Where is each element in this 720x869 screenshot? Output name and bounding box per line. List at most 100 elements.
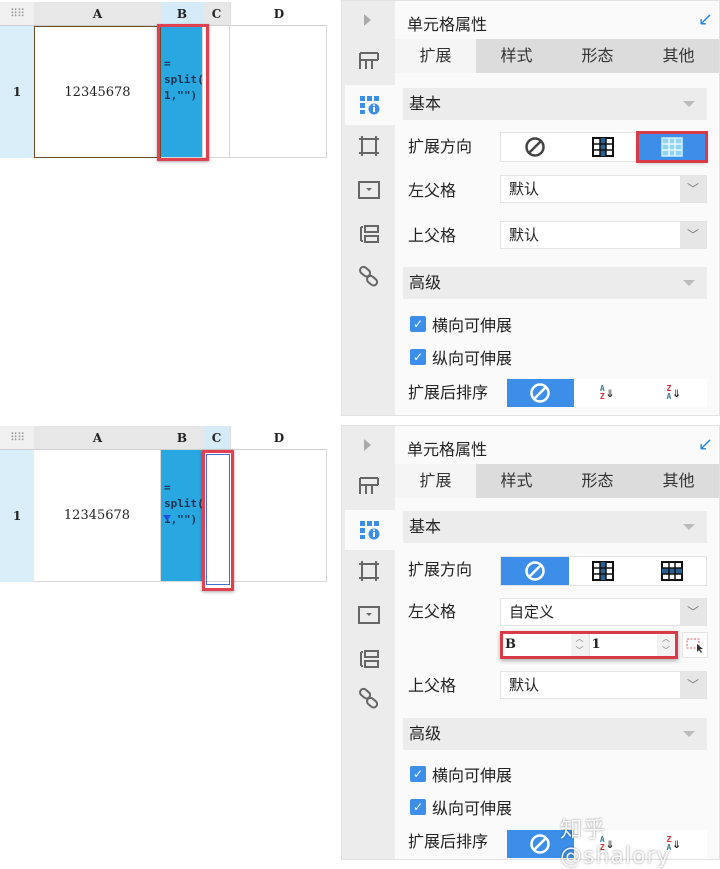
left-parent-row-value: 1 [591, 637, 601, 652]
widget-dropdown-icon[interactable] [354, 600, 384, 630]
expand-direction-label: 扩展方向 [408, 560, 473, 579]
left-parent-select[interactable]: 自定义 ﹀ [500, 598, 707, 626]
column-header-a[interactable]: A [34, 426, 161, 450]
property-tabs: 扩展 样式 形态 其他 [395, 39, 719, 73]
section-advanced-label: 高级 [409, 724, 442, 743]
select-all-grid-icon[interactable]: ⠿⠿ [0, 426, 34, 450]
column-header-b[interactable]: B [161, 426, 203, 450]
no-expand-icon [525, 137, 545, 157]
conditional-attribute-icon[interactable] [354, 219, 384, 249]
sort-none-option[interactable] [507, 379, 574, 407]
checkmark-icon[interactable]: ✓ [410, 349, 426, 365]
cell-a1[interactable]: 12345678 [34, 26, 161, 158]
expand-direction-label: 扩展方向 [408, 137, 473, 156]
expand-direction-toggle [500, 556, 707, 586]
sort-toggle: A Z ⇓ Z A ⇓ [507, 379, 707, 407]
checkmark-icon[interactable]: ✓ [410, 799, 426, 815]
cell-element-icon[interactable] [354, 131, 384, 161]
expand-vertical-option[interactable] [569, 133, 637, 161]
widget-dropdown-icon[interactable] [354, 175, 384, 205]
section-basic[interactable]: 基本 [403, 511, 707, 543]
tab-form[interactable]: 形态 [557, 39, 638, 73]
column-header-c[interactable]: C [203, 2, 230, 26]
dock-arrow-icon[interactable]: ↙ [698, 9, 713, 30]
top-parent-select[interactable]: 默认 ﹀ [500, 671, 707, 699]
conditional-attribute-icon[interactable] [354, 644, 384, 674]
cell-properties-icon[interactable] [345, 510, 395, 550]
top-parent-label: 上父格 [408, 676, 457, 695]
property-tabs: 扩展 样式 形态 其他 [395, 464, 719, 498]
expand-none-option[interactable] [501, 557, 570, 585]
top-parent-select[interactable]: 默认 ﹀ [500, 221, 707, 249]
section-advanced[interactable]: 高级 [403, 267, 707, 299]
cell-properties-icon[interactable] [345, 85, 395, 125]
collapse-arrow-icon[interactable] [364, 14, 371, 26]
column-header-d[interactable]: D [230, 426, 327, 450]
sort-descending-icon: Z A ⇓ [666, 384, 681, 401]
expand-vertical-option[interactable] [569, 557, 637, 585]
horizontal-expand-icon [661, 137, 683, 157]
template-layout-icon[interactable] [354, 471, 384, 501]
chevron-up-icon[interactable]: ︿ [576, 634, 584, 644]
horizontal-stretch-label: 横向可伸展 [432, 766, 513, 785]
expand-horizontal-option[interactable] [635, 131, 708, 163]
column-header-b[interactable]: B [161, 2, 203, 26]
chevron-down-icon[interactable]: ﹀ [680, 176, 706, 202]
vertical-stretch-checkbox[interactable]: ✓ 纵向可伸展 [410, 345, 512, 369]
expand-none-option[interactable] [501, 133, 569, 161]
chevron-down-icon[interactable]: ﹀ [680, 222, 706, 248]
sort-descending-option[interactable]: Z A ⇓ [640, 379, 707, 407]
tab-form[interactable]: 形态 [557, 464, 638, 498]
left-parent-label: 左父格 [408, 181, 457, 200]
cell-d1[interactable] [230, 26, 327, 158]
chevron-down-icon[interactable]: ﹀ [680, 599, 706, 625]
column-header-c[interactable]: C [203, 426, 230, 450]
tab-other[interactable]: 其他 [638, 39, 719, 73]
no-expand-icon [525, 561, 545, 581]
cell-d1[interactable] [230, 450, 327, 582]
checkmark-icon[interactable]: ✓ [410, 766, 426, 782]
vertical-stretch-checkbox[interactable]: ✓ 纵向可伸展 [410, 795, 512, 819]
tab-expand[interactable]: 扩展 [395, 464, 476, 498]
row-stepper[interactable]: ︿ ﹀ [657, 634, 675, 656]
chevron-down-icon[interactable]: ﹀ [662, 646, 670, 656]
hyperlink-icon[interactable] [354, 683, 384, 713]
row-header-1[interactable]: 1 [0, 450, 34, 582]
select-all-grid-icon[interactable]: ⠿⠿ [0, 2, 34, 26]
column-header-d[interactable]: D [230, 2, 327, 26]
chevron-down-icon[interactable]: ﹀ [576, 646, 584, 656]
tab-style[interactable]: 样式 [476, 464, 557, 498]
column-stepper[interactable]: ︿ ﹀ [570, 634, 589, 656]
section-basic[interactable]: 基本 [403, 88, 707, 120]
checkmark-icon[interactable]: ✓ [410, 316, 426, 332]
vertical-expand-icon [592, 561, 615, 581]
template-layout-icon[interactable] [354, 46, 384, 76]
dock-arrow-icon[interactable]: ↙ [698, 434, 713, 455]
hyperlink-icon[interactable] [354, 261, 384, 291]
left-parent-value: 自定义 [509, 603, 555, 621]
chevron-down-icon[interactable]: ﹀ [680, 672, 706, 698]
collapse-arrow-icon[interactable] [364, 439, 371, 451]
section-advanced[interactable]: 高级 [403, 718, 707, 750]
cell-a1[interactable]: 12345678 [34, 450, 161, 582]
cell-element-icon[interactable] [354, 556, 384, 586]
cell-picker-button[interactable] [682, 632, 708, 658]
sort-ascending-option[interactable]: A Z ⇓ [574, 379, 641, 407]
left-parent-column-input[interactable]: B ︿ ﹀ [503, 634, 590, 656]
tab-style[interactable]: 样式 [476, 39, 557, 73]
sort-ascending-icon: A Z ⇓ [599, 384, 615, 401]
expand-horizontal-option[interactable] [638, 557, 706, 585]
top-parent-label: 上父格 [408, 226, 457, 245]
spreadsheet-top: ⠿⠿ A B C D 1 12345678 = split(A 1,"") [0, 2, 328, 162]
left-parent-column-value: B [505, 637, 516, 652]
tab-other[interactable]: 其他 [638, 464, 719, 498]
column-header-a[interactable]: A [34, 2, 161, 26]
tab-expand[interactable]: 扩展 [395, 39, 476, 73]
chevron-up-icon[interactable]: ︿ [662, 634, 670, 644]
left-parent-select[interactable]: 默认 ﹀ [500, 175, 707, 203]
vertical-stretch-label: 纵向可伸展 [432, 799, 513, 818]
horizontal-stretch-checkbox[interactable]: ✓ 横向可伸展 [410, 762, 512, 786]
horizontal-stretch-checkbox[interactable]: ✓ 横向可伸展 [410, 312, 512, 336]
left-parent-row-input[interactable]: 1 ︿ ﹀ [590, 634, 675, 656]
row-header-1[interactable]: 1 [0, 26, 34, 158]
